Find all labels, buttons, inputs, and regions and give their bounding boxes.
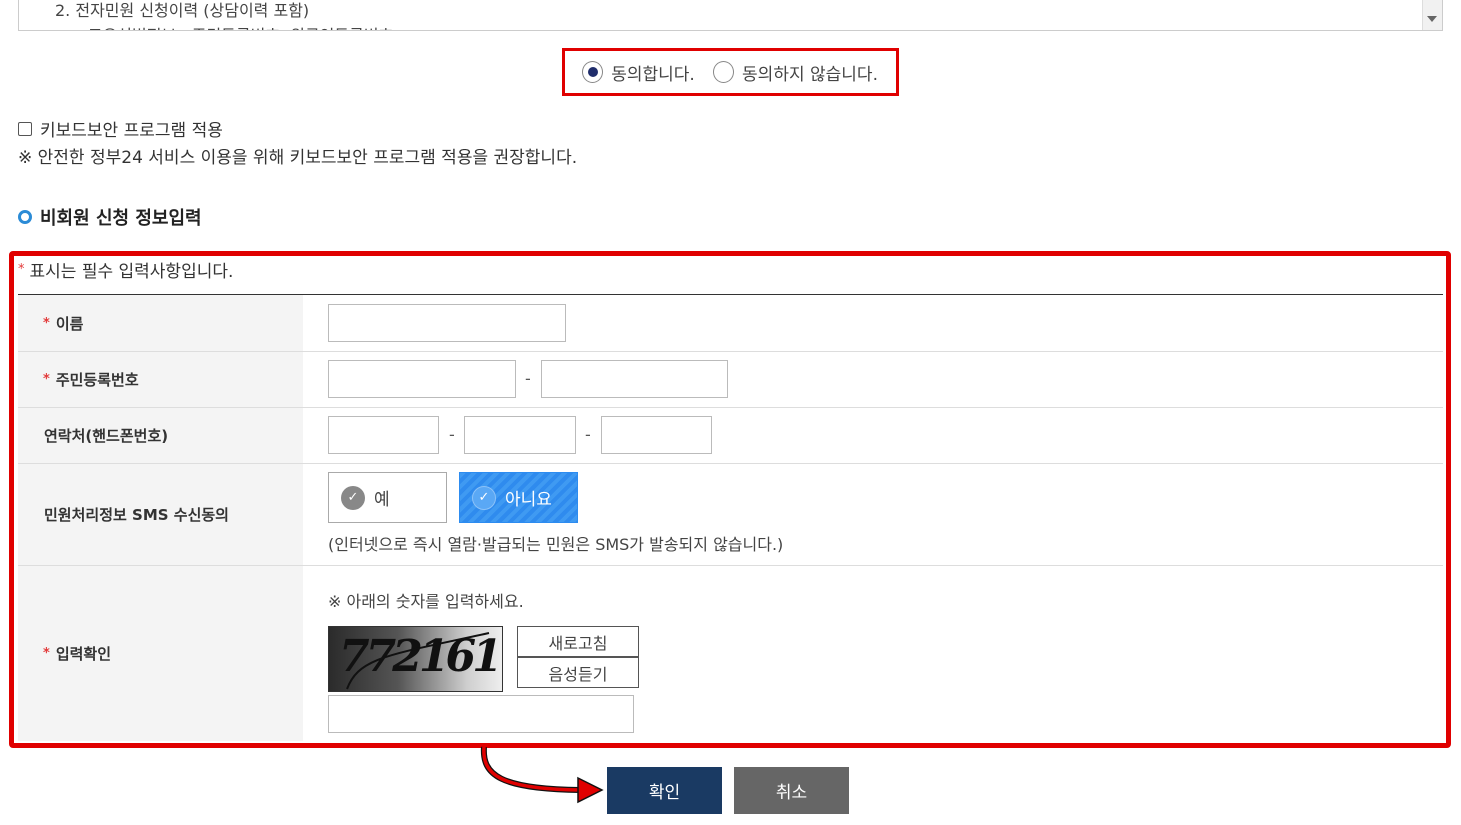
sms-yes-button[interactable]: ✓ 예 (328, 472, 447, 523)
required-star-icon: * (18, 262, 25, 277)
rrn-front-input[interactable] (328, 360, 516, 398)
captcha-audio-button[interactable]: 음성듣기 (517, 657, 639, 688)
rrn-back-input[interactable] (541, 360, 728, 398)
rrn-label-text: 주민등록번호 (55, 371, 139, 389)
phone-label: 연락처(핸드폰번호) (18, 408, 303, 463)
terms-textbox[interactable]: 2. 전자민원 신청이력 (상담이력 포함) - 고유식별정보 : 주민등록번호… (18, 0, 1443, 31)
keyboard-security-option: 키보드보안 프로그램 적용 (18, 116, 223, 141)
keyboard-security-checkbox[interactable] (18, 121, 32, 136)
check-icon: ✓ (341, 485, 365, 510)
name-label-text: 이름 (55, 314, 84, 333)
rrn-label: * 주민등록번호 (18, 352, 303, 407)
sms-no-button[interactable]: ✓ 아니요 (459, 472, 578, 523)
phone-part3-input[interactable] (601, 416, 712, 454)
required-note-text: 표시는 필수 입력사항입니다. (29, 262, 234, 282)
captcha-image: 772161 (328, 626, 503, 692)
name-input[interactable] (328, 304, 566, 342)
required-star-icon: * (43, 315, 50, 331)
sms-consent-row: 민원처리정보 SMS 수신동의 ✓ 예 ✓ 아니요 (인터넷으로 즉시 열람·발… (18, 464, 1443, 566)
guide-arrow-icon (480, 746, 604, 804)
cancel-button[interactable]: 취소 (734, 767, 849, 814)
section-title-text: 비회원 신청 정보입력 (40, 208, 202, 229)
terms-scrollbar[interactable] (1422, 0, 1442, 30)
scroll-down-icon[interactable] (1427, 16, 1437, 22)
captcha-row: * 입력확인 ※ 아래의 숫자를 입력하세요. 772161 새로고침 음성듣기 (18, 566, 1443, 741)
sms-label: 민원처리정보 SMS 수신동의 (18, 464, 303, 565)
name-row: * 이름 (18, 295, 1443, 352)
required-star-icon: * (43, 646, 50, 661)
captcha-noise-line (346, 632, 490, 690)
keyboard-security-note: ※ 안전한 정부24 서비스 이용을 위해 키보드보안 프로그램 적용을 권장합… (18, 148, 578, 168)
rrn-dash: - (525, 369, 531, 388)
terms-line: - 고유식별정보 : 주민등록번호, 외국인등록번호 (77, 22, 393, 30)
name-label: * 이름 (18, 295, 303, 351)
terms-line: 2. 전자민원 신청이력 (상담이력 포함) (55, 1, 310, 20)
sms-no-label: 아니요 (505, 490, 552, 510)
keyboard-security-label[interactable]: 키보드보안 프로그램 적용 (40, 116, 223, 141)
section-title: 비회원 신청 정보입력 (18, 204, 202, 230)
phone-part2-input[interactable] (464, 416, 576, 454)
captcha-input[interactable] (328, 695, 634, 733)
agree-radio[interactable] (582, 61, 604, 83)
phone-row: 연락처(핸드폰번호) - - (18, 408, 1443, 464)
sms-label-text: 민원처리정보 SMS 수신동의 (44, 506, 229, 524)
phone-label-text: 연락처(핸드폰번호) (44, 427, 169, 445)
required-note: * 표시는 필수 입력사항입니다. (18, 257, 233, 282)
rrn-row: * 주민등록번호 - (18, 352, 1443, 408)
phone-dash: - (585, 425, 591, 444)
captcha-label-text: 입력확인 (55, 645, 112, 663)
check-icon: ✓ (472, 485, 496, 510)
sms-note: (인터넷으로 즉시 열람·발급되는 민원은 SMS가 발송되지 않습니다.) (328, 535, 784, 554)
disagree-radio[interactable] (712, 61, 735, 83)
agree-label[interactable]: 동의합니다. (611, 60, 695, 85)
confirm-button[interactable]: 확인 (607, 767, 722, 814)
phone-part1-input[interactable] (328, 416, 439, 454)
sms-yes-label: 예 (374, 490, 390, 510)
disagree-label[interactable]: 동의하지 않습니다. (742, 60, 878, 85)
consent-radio-group: 동의합니다. 동의하지 않습니다. (562, 48, 899, 96)
captcha-refresh-button[interactable]: 새로고침 (517, 626, 639, 657)
phone-dash: - (449, 425, 455, 444)
captcha-guide: ※ 아래의 숫자를 입력하세요. (328, 592, 524, 611)
required-star-icon: * (43, 372, 50, 387)
captcha-label: * 입력확인 (18, 566, 303, 741)
circle-bullet-icon (18, 210, 32, 224)
